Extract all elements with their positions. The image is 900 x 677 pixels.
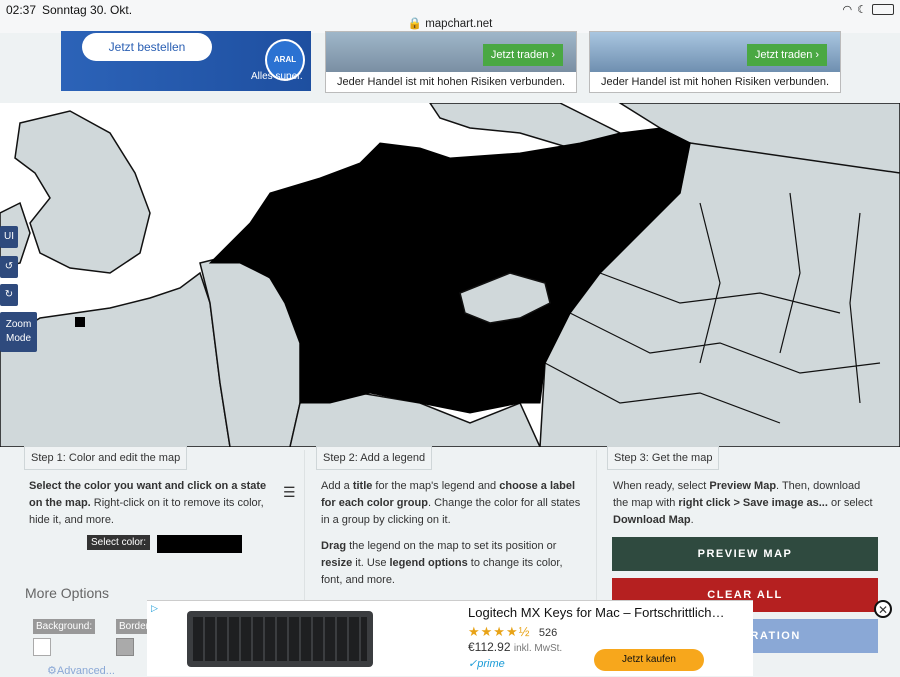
- borders-swatch[interactable]: [116, 638, 134, 656]
- t: Add a: [321, 480, 353, 492]
- risk-text-2: Jeder Handel ist mit hohen Risiken verbu…: [600, 76, 830, 88]
- trade-button-2[interactable]: Jetzt traden ›: [747, 44, 827, 66]
- status-icons: ◠ ☾: [843, 3, 894, 16]
- step2-text: Add a title for the map's legend and cho…: [321, 478, 581, 589]
- price-note: inkl. MwSt.: [513, 643, 563, 654]
- step2-heading: Step 2: Add a legend: [316, 446, 433, 470]
- t: .: [690, 514, 694, 526]
- t: for the map's legend and: [372, 480, 500, 492]
- undo-button[interactable]: ↺: [0, 256, 18, 278]
- step1-text: Select the color you want and click on a…: [29, 478, 279, 529]
- price-line: €112.92 inkl. MwSt.: [468, 640, 562, 654]
- t: right click > Save image as...: [678, 497, 828, 509]
- trade-ad-2[interactable]: Jetzt traden › Jeder Handel ist mit hohe…: [589, 31, 841, 93]
- step3-text: When ready, select Preview Map. Then, do…: [613, 478, 875, 529]
- map-marker: [75, 317, 85, 327]
- divider: [304, 450, 305, 600]
- europe-map[interactable]: [0, 103, 900, 447]
- color-swatch[interactable]: [157, 535, 242, 553]
- prime-text: prime: [477, 658, 505, 670]
- step3-heading: Step 3: Get the map: [607, 446, 720, 470]
- t: Preview Map: [709, 480, 777, 492]
- close-ad-icon[interactable]: ✕: [874, 600, 892, 618]
- t: resize: [321, 557, 353, 569]
- redo-button[interactable]: ↻: [0, 284, 18, 306]
- buy-now-button[interactable]: Jetzt kaufen: [594, 649, 704, 671]
- t: Download Map: [613, 514, 691, 526]
- advanced-text: Advanced...: [56, 665, 115, 677]
- star-rating: ★★★★½: [468, 624, 531, 639]
- redo-icon: ↻: [4, 289, 14, 300]
- t: legend options: [389, 557, 468, 569]
- moon-icon: ☾: [857, 4, 867, 16]
- divider: [596, 450, 597, 600]
- t: it. Use: [352, 557, 390, 569]
- aral-slogan: Alles super.: [251, 71, 303, 82]
- more-options-title: More Options: [25, 585, 110, 601]
- background-swatch[interactable]: [33, 638, 51, 656]
- t: When ready, select: [613, 480, 710, 492]
- ui-toggle-button[interactable]: UI: [0, 226, 18, 248]
- risk-text-1: Jeder Handel ist mit hohen Risiken verbu…: [336, 76, 566, 88]
- aral-order-button[interactable]: Jetzt bestellen: [82, 33, 212, 61]
- t: or select: [827, 497, 873, 509]
- undo-icon: ↺: [4, 261, 14, 272]
- zoom-mode-button[interactable]: Zoom Mode: [0, 312, 37, 352]
- wifi-icon: ◠: [842, 4, 853, 16]
- status-bar: 02:37 Sonntag 30. Okt. 🔒 mapchart.net ◠ …: [0, 0, 900, 33]
- background-label: Background:: [33, 619, 96, 634]
- battery-icon: [872, 4, 894, 15]
- gear-icon: ⚙: [47, 665, 57, 677]
- menu-icon[interactable]: ☰: [283, 484, 296, 501]
- t: Drag: [321, 540, 347, 552]
- t: the legend on the map to set its positio…: [346, 540, 557, 552]
- t: title: [352, 480, 373, 492]
- lock-icon: 🔒: [407, 18, 422, 30]
- advanced-link[interactable]: ⚙Advanced...: [47, 664, 115, 677]
- rating: ★★★★½ 526: [468, 623, 557, 641]
- keyboard-image: [187, 611, 373, 667]
- prime-badge: ✓prime: [468, 658, 505, 670]
- price: €112.92: [468, 640, 511, 654]
- ad-product-title[interactable]: Logitech MX Keys for Mac – Fortschrittli…: [468, 605, 724, 620]
- preview-map-button[interactable]: PREVIEW MAP: [612, 537, 878, 571]
- step1-heading: Step 1: Color and edit the map: [24, 446, 188, 470]
- map-svg[interactable]: [0, 103, 900, 447]
- bottom-ad[interactable]: ▷ Logitech MX Keys for Mac – Fortschritt…: [147, 600, 753, 676]
- status-time: 02:37: [6, 3, 37, 17]
- address-bar[interactable]: 🔒 mapchart.net: [0, 16, 900, 30]
- status-date: Sonntag 30. Okt.: [42, 3, 133, 17]
- url-text: mapchart.net: [425, 18, 493, 30]
- trade-ad-1[interactable]: Jetzt traden › Jeder Handel ist mit hohe…: [325, 31, 577, 93]
- trade-button-1[interactable]: Jetzt traden ›: [483, 44, 563, 66]
- aral-ad[interactable]: Jetzt bestellen ARAL Alles super.: [61, 31, 311, 91]
- review-count: 526: [538, 627, 558, 639]
- select-color-label: Select color:: [87, 535, 151, 550]
- adchoices-icon[interactable]: ▷: [151, 603, 158, 614]
